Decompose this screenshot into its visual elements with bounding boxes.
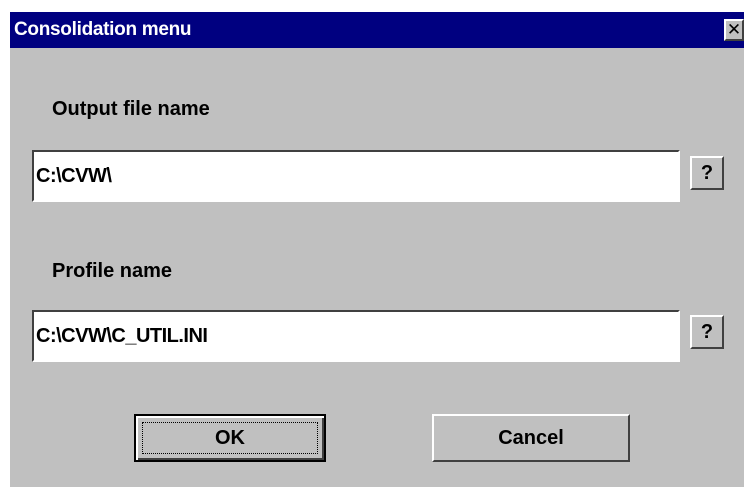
profile-name-input[interactable] <box>32 310 680 362</box>
title-bar[interactable]: Consolidation menu ✕ <box>10 12 744 48</box>
cancel-button[interactable]: Cancel <box>432 414 630 462</box>
window-title: Consolidation menu <box>14 19 192 40</box>
profile-name-label: Profile name <box>52 260 173 282</box>
consolidation-dialog: Consolidation menu ✕ Output file name ? … <box>10 12 744 487</box>
output-file-name-label: Output file name <box>52 98 210 120</box>
output-file-help-button[interactable]: ? <box>690 156 724 190</box>
output-file-name-input[interactable] <box>32 150 680 202</box>
close-icon: ✕ <box>726 20 742 39</box>
profile-help-button[interactable]: ? <box>690 315 724 349</box>
ok-button[interactable]: OK <box>134 414 326 462</box>
close-button[interactable]: ✕ <box>724 19 744 41</box>
ok-button-label: OK <box>142 422 318 454</box>
